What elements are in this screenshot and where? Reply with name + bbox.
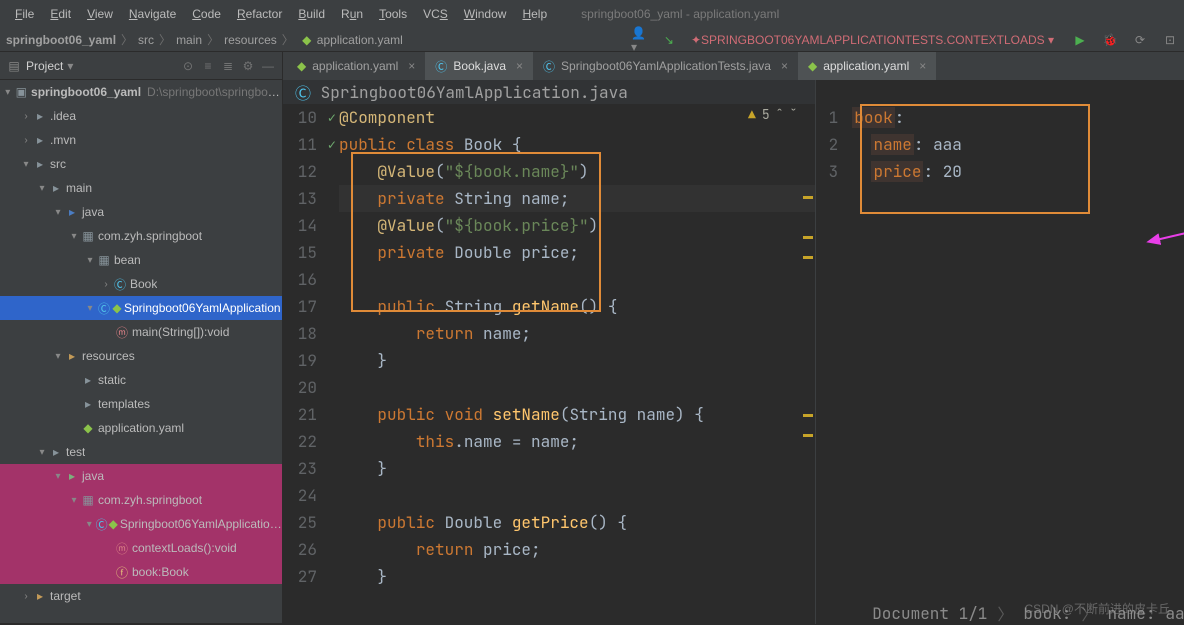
tree-item[interactable]: ⓜcontextLoads():void	[0, 536, 282, 560]
menu-refactor[interactable]: Refactor	[230, 5, 289, 23]
run-config-selector[interactable]: ✦SPRINGBOOT06YAMLAPPLICATIONTESTS.CONTEX…	[691, 33, 1054, 47]
build-icon[interactable]: ↘	[661, 32, 677, 48]
editor-area: ◆application.yaml× ⒸBook.java× ⒸSpringbo…	[283, 52, 1184, 623]
menu-file[interactable]: File	[8, 5, 41, 23]
yaml-icon: ◆	[299, 33, 315, 47]
annotation-box	[860, 104, 1090, 214]
tree-item[interactable]: ▾Ⓒ◆Springboot06YamlApplicationTests	[0, 512, 282, 536]
tree-item[interactable]: ›ⒸBook	[0, 272, 282, 296]
tree-item[interactable]: ▾▦com.zyh.springboot	[0, 224, 282, 248]
gutter: 101112131415161718192021222324252627	[283, 104, 325, 624]
project-panel-header: ▤ Project ▾ ⊙ ≡ ≣ ⚙ —	[0, 52, 282, 80]
breadcrumbs[interactable]: springboot06_yaml 〉 src 〉 main 〉 resourc…	[6, 31, 403, 48]
toolbar-right: 👤▾ ↘ ✦SPRINGBOOT06YAMLAPPLICATIONTESTS.C…	[631, 32, 1178, 48]
inspection-widget[interactable]: ▲ 5 ˆ ˇ	[748, 106, 797, 123]
watermark: CSDN @不断前进的皮卡丘	[1024, 600, 1170, 617]
project-panel-title[interactable]: Project	[26, 59, 63, 73]
debug-icon[interactable]: 🐞	[1102, 32, 1118, 48]
tree-item[interactable]: ◆application.yaml	[0, 416, 282, 440]
tab[interactable]: ◆application.yaml×	[287, 52, 425, 80]
tree-item[interactable]: ▸templates	[0, 392, 282, 416]
coverage-icon[interactable]: ⟳	[1132, 32, 1148, 48]
crumb[interactable]: application.yaml	[317, 33, 403, 47]
menu-run[interactable]: Run	[334, 5, 370, 23]
error-stripe[interactable]	[801, 104, 813, 624]
prev-icon[interactable]: ˆ	[776, 106, 784, 123]
menu-code[interactable]: Code	[185, 5, 228, 23]
tree-root[interactable]: ▾▣ springboot06_yamlD:\springboot\spring…	[0, 80, 282, 104]
status-doc: Document 1/1	[872, 603, 987, 624]
menu-tools[interactable]: Tools	[372, 5, 414, 23]
project-panel: ▤ Project ▾ ⊙ ≡ ≣ ⚙ — ▾▣ springboot06_ya…	[0, 52, 283, 623]
menu-edit[interactable]: Edit	[43, 5, 78, 23]
hide-icon[interactable]: —	[260, 58, 276, 74]
tab-active[interactable]: ⒸBook.java×	[425, 52, 533, 80]
crumb[interactable]: resources	[224, 33, 277, 47]
close-icon[interactable]: ×	[781, 59, 788, 73]
editor-subtab[interactable]: Ⓒ Springboot06YamlApplication.java	[283, 80, 815, 104]
menu-bar: File Edit View Navigate Code Refactor Bu…	[0, 0, 1184, 28]
next-icon[interactable]: ˇ	[789, 106, 797, 123]
close-icon[interactable]: ×	[516, 59, 523, 73]
close-icon[interactable]: ×	[919, 59, 926, 73]
warning-icon: ▲	[748, 106, 756, 123]
code-lines[interactable]: @Componentpublic class Book { @Value("${…	[339, 104, 815, 590]
java-editor[interactable]: Ⓒ Springboot06YamlApplication.java 10111…	[283, 80, 816, 624]
tab[interactable]: ⒸSpringboot06YamlApplicationTests.java×	[533, 52, 798, 80]
menu-help[interactable]: Help	[515, 5, 554, 23]
tree-item[interactable]: ⓜmain(String[]):void	[0, 320, 282, 344]
menu-vcs[interactable]: VCS	[416, 5, 455, 23]
crumb[interactable]: springboot06_yaml	[6, 33, 116, 47]
menu-build[interactable]: Build	[291, 5, 332, 23]
expand-icon[interactable]: ≡	[200, 58, 216, 74]
tree-item[interactable]: ▾▸test	[0, 440, 282, 464]
collapse-icon[interactable]: ≣	[220, 58, 236, 74]
editor-tabs: ◆application.yaml× ⒸBook.java× ⒸSpringbo…	[283, 52, 1184, 80]
crumb[interactable]: src	[138, 33, 154, 47]
window-title: springboot06_yaml - application.yaml	[581, 7, 779, 21]
user-icon[interactable]: 👤▾	[631, 32, 647, 48]
tree-item[interactable]: ▾▸java	[0, 200, 282, 224]
menu-window[interactable]: Window	[457, 5, 514, 23]
tree-item[interactable]: ▾▸main	[0, 176, 282, 200]
tree-item[interactable]: ›▸.mvn	[0, 128, 282, 152]
profile-icon[interactable]: ⊡	[1162, 32, 1178, 48]
tree-item[interactable]: ▾▦bean	[0, 248, 282, 272]
tree-item[interactable]: ⓕbook:Book	[0, 560, 282, 584]
gutter-icons: ✓✓	[325, 104, 339, 624]
tree-item-selected[interactable]: ▾Ⓒ◆Springboot06YamlApplication	[0, 296, 282, 320]
tree-item[interactable]: ›▸target	[0, 584, 282, 608]
navigation-bar: springboot06_yaml 〉 src 〉 main 〉 resourc…	[0, 28, 1184, 52]
run-icon[interactable]: ▶	[1072, 32, 1088, 48]
tree-item[interactable]: ▾▸resources	[0, 344, 282, 368]
menu-navigate[interactable]: Navigate	[122, 5, 183, 23]
menu-view[interactable]: View	[80, 5, 120, 23]
project-tree[interactable]: ▾▣ springboot06_yamlD:\springboot\spring…	[0, 80, 282, 623]
tree-item[interactable]: ›▸.idea	[0, 104, 282, 128]
tree-item[interactable]: ▾▦com.zyh.springboot	[0, 488, 282, 512]
settings-icon[interactable]: ⚙	[240, 58, 256, 74]
tree-item[interactable]: ▸static	[0, 368, 282, 392]
tree-item[interactable]: ▾▸src	[0, 152, 282, 176]
close-icon[interactable]: ×	[408, 59, 415, 73]
tree-item[interactable]: ▾▸java	[0, 464, 282, 488]
project-icon: ▤	[6, 58, 22, 74]
gutter: 123	[816, 104, 846, 624]
yaml-editor[interactable]: 123 book: name: aaa price: 20 Document 1…	[816, 80, 1184, 624]
crumb[interactable]: main	[176, 33, 202, 47]
select-opened-icon[interactable]: ⊙	[180, 58, 196, 74]
tab-split[interactable]: ◆application.yaml×	[798, 52, 936, 80]
